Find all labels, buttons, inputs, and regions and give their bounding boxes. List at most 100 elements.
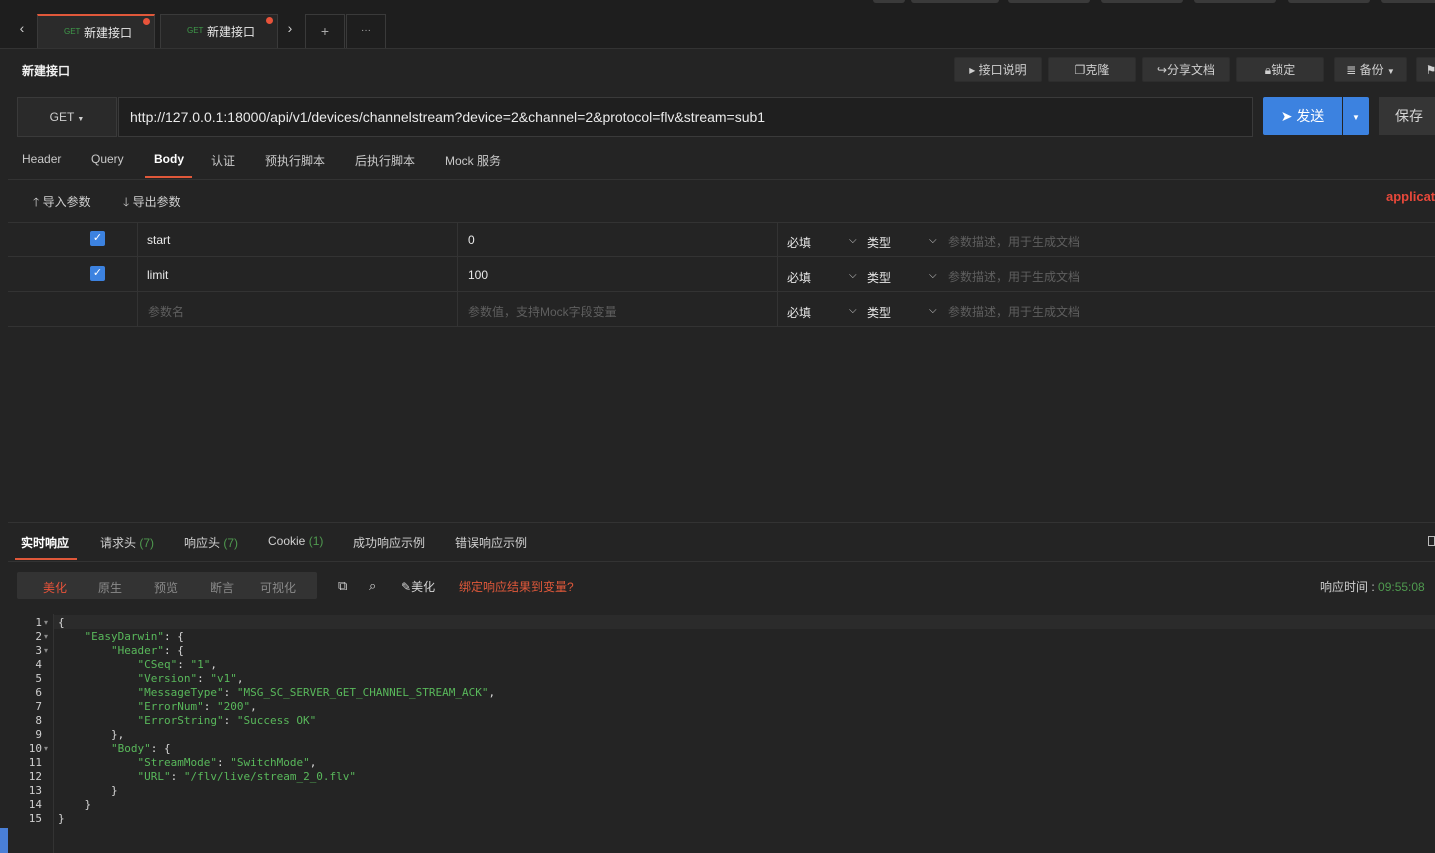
- beautify-button[interactable]: ✎美化: [401, 578, 435, 595]
- search-icon[interactable]: ⌕: [369, 578, 376, 594]
- method-select[interactable]: GET ▼: [17, 97, 117, 137]
- tab-request-headers[interactable]: 请求头 (7): [100, 534, 154, 551]
- beautify-label: 美化: [411, 580, 436, 594]
- tab-count: (1): [308, 534, 324, 548]
- export-params-button[interactable]: 🡓 导出参数: [123, 193, 181, 214]
- method-value: GET: [49, 110, 75, 124]
- divider: [8, 561, 1435, 562]
- view-visualize[interactable]: 可视化: [260, 579, 296, 596]
- tab-post-script[interactable]: 后执行脚本: [355, 152, 415, 169]
- tab-header[interactable]: Header: [22, 152, 61, 166]
- request-tab[interactable]: GET 新建接口: [37, 14, 155, 48]
- new-param-value[interactable]: 参数值，支持Mock字段变量: [468, 303, 617, 320]
- fold-caret-icon[interactable]: ▾: [44, 646, 48, 655]
- save-button[interactable]: 保存: [1379, 97, 1435, 135]
- param-value[interactable]: 100: [468, 268, 488, 282]
- toolbar-stub: [873, 0, 905, 3]
- tab-mock[interactable]: Mock 服务: [445, 152, 501, 169]
- required-select[interactable]: 必填: [787, 304, 811, 321]
- tab-error-example[interactable]: 错误响应示例: [455, 534, 527, 551]
- required-select[interactable]: 必填: [787, 234, 811, 251]
- chevron-down-icon: ⌵: [849, 235, 857, 246]
- view-assert[interactable]: 断言: [210, 579, 234, 596]
- code-line: },: [58, 728, 125, 741]
- table-border: [8, 222, 1435, 223]
- tab-method: GET: [64, 27, 81, 36]
- new-param-name[interactable]: 参数名: [148, 303, 184, 320]
- tab-success-example[interactable]: 成功响应示例: [353, 534, 425, 551]
- fold-caret-icon[interactable]: ▾: [44, 632, 48, 641]
- chevron-down-icon: ⌵: [929, 270, 937, 281]
- line-number: 14: [28, 798, 42, 811]
- import-params-button[interactable]: 🡑 导入参数: [33, 193, 91, 214]
- response-time-label: 响应时间 :: [1320, 580, 1379, 594]
- toolbar-stub: [911, 0, 999, 3]
- share-doc-button[interactable]: ↪分享文档: [1142, 57, 1230, 82]
- tab-live-response[interactable]: 实时响应: [21, 534, 69, 551]
- table-border: [457, 222, 458, 326]
- content-type-select[interactable]: applicati: [1386, 189, 1435, 204]
- param-value[interactable]: 0: [468, 233, 475, 247]
- view-pretty[interactable]: 美化: [43, 579, 67, 596]
- required-select[interactable]: 必填: [787, 269, 811, 286]
- tab-prev-icon[interactable]: ‹: [13, 14, 31, 42]
- param-checkbox[interactable]: ✓: [90, 266, 105, 281]
- request-tab[interactable]: GET 新建接口: [160, 14, 278, 48]
- import-params-label: 导入参数: [42, 195, 91, 209]
- param-name[interactable]: limit: [147, 268, 168, 282]
- type-select[interactable]: 类型: [867, 304, 891, 321]
- more-tabs-button[interactable]: ···: [346, 14, 386, 48]
- tab-query[interactable]: Query: [91, 152, 124, 166]
- send-button[interactable]: ➤ 发送: [1263, 97, 1342, 135]
- expand-icon[interactable]: [1428, 536, 1435, 546]
- tab-method: GET: [187, 26, 204, 35]
- code-line: "StreamMode": "SwitchMode",: [137, 756, 317, 769]
- param-checkbox[interactable]: ✓: [90, 231, 105, 246]
- tab-response-headers[interactable]: 响应头 (7): [184, 534, 238, 551]
- send-label: 发送: [1296, 108, 1325, 124]
- tab-auth[interactable]: 认证: [211, 152, 235, 169]
- tab-next-icon[interactable]: ›: [281, 14, 299, 42]
- page-title: 新建接口: [22, 64, 71, 78]
- type-select[interactable]: 类型: [867, 234, 891, 251]
- new-param-description[interactable]: 参数描述，用于生成文档: [948, 303, 1080, 320]
- clone-button[interactable]: ❐克隆: [1048, 57, 1136, 82]
- toolbar-stub: [1101, 0, 1183, 3]
- tab-cookie[interactable]: Cookie (1): [268, 534, 323, 548]
- flag-button[interactable]: ⚑: [1416, 57, 1435, 82]
- tab-count: (7): [223, 536, 239, 550]
- toolbar-stub: [1381, 0, 1435, 3]
- fold-caret-icon[interactable]: ▾: [44, 618, 48, 627]
- add-tab-button[interactable]: +: [305, 14, 345, 48]
- type-select[interactable]: 类型: [867, 269, 891, 286]
- arrow-down-icon: 🡓: [123, 195, 130, 209]
- flag-icon: ⚑: [1425, 63, 1435, 77]
- backup-button[interactable]: ≣ 备份 ▼: [1334, 57, 1407, 82]
- tab-body[interactable]: Body: [154, 152, 184, 166]
- send-options-button[interactable]: ▼: [1343, 97, 1369, 135]
- param-name[interactable]: start: [147, 233, 170, 247]
- param-description[interactable]: 参数描述，用于生成文档: [948, 268, 1080, 285]
- code-line: "ErrorNum": "200",: [137, 700, 257, 713]
- api-doc-button[interactable]: ▸ 接口说明: [954, 57, 1042, 82]
- code-line: }: [58, 798, 92, 811]
- caret-down-icon: ▼: [1352, 113, 1360, 122]
- view-raw[interactable]: 原生: [98, 579, 122, 596]
- url-input[interactable]: http://127.0.0.1:18000/api/v1/devices/ch…: [118, 97, 1253, 137]
- bind-response-link[interactable]: 绑定响应结果到变量?: [459, 578, 574, 595]
- code-line: "MessageType": "MSG_SC_SERVER_GET_CHANNE…: [137, 686, 496, 699]
- line-number: 11: [28, 756, 42, 769]
- tab-pre-script[interactable]: 预执行脚本: [265, 152, 325, 169]
- param-description[interactable]: 参数描述，用于生成文档: [948, 233, 1080, 250]
- copy-icon: ❐: [1074, 63, 1086, 77]
- copy-icon[interactable]: ⧉: [338, 578, 347, 594]
- active-tab-underline: [15, 558, 77, 560]
- code-line: }: [58, 784, 118, 797]
- line-number: 6: [35, 686, 42, 699]
- view-preview[interactable]: 预览: [154, 579, 178, 596]
- fold-caret-icon[interactable]: ▾: [44, 744, 48, 753]
- active-tab-underline: [145, 176, 192, 178]
- line-number: 12: [28, 770, 42, 783]
- table-border: [777, 222, 778, 326]
- lock-button[interactable]: 🔒︎锁定: [1236, 57, 1324, 82]
